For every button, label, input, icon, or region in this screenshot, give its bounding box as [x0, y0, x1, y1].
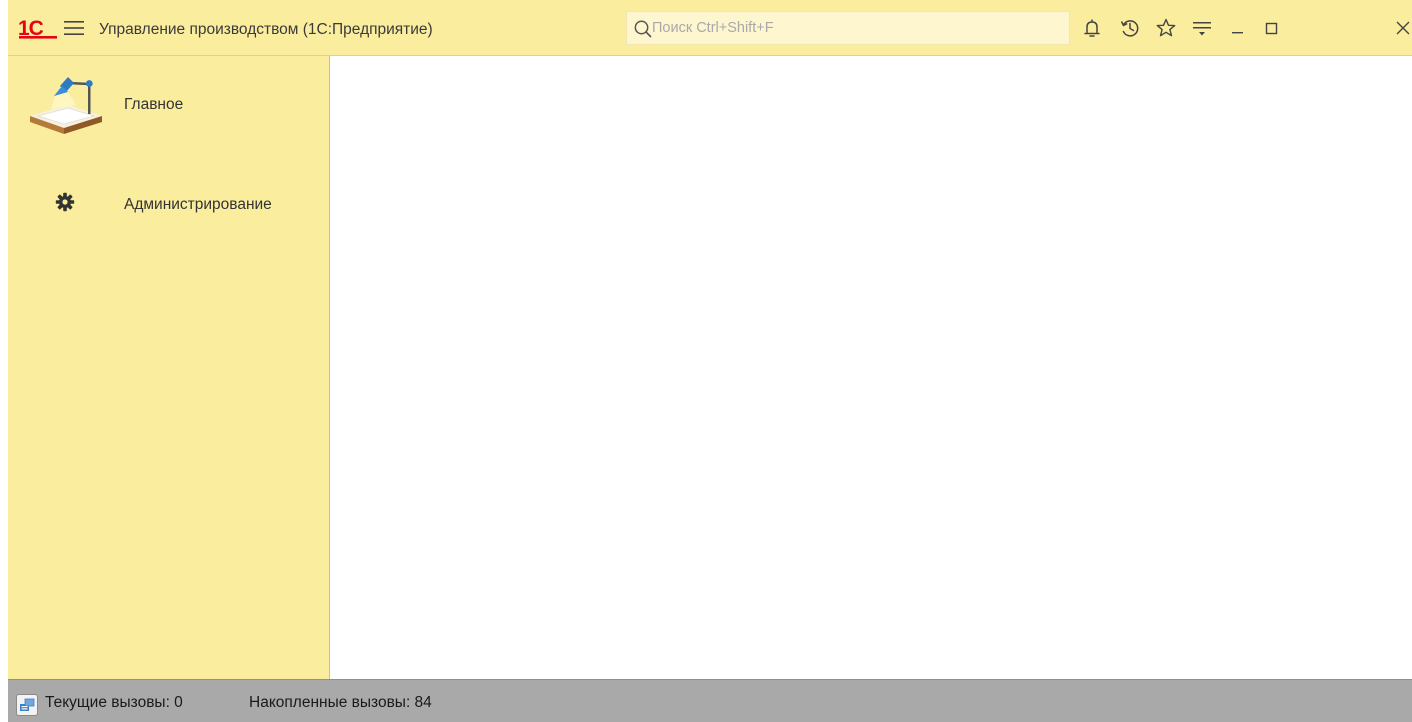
history-icon[interactable]	[1119, 17, 1141, 39]
minimize-icon[interactable]	[1227, 17, 1249, 39]
main-content-area	[330, 56, 1412, 679]
1c-logo[interactable]: 1С	[18, 16, 58, 40]
accumulated-calls-label: Накопленные вызовы: 84	[249, 694, 432, 711]
title-bar: 1С Управление производством (1С:Предприя…	[8, 0, 1412, 56]
search-box[interactable]	[626, 11, 1070, 45]
search-input[interactable]	[652, 18, 1052, 38]
status-bar: Текущие вызовы: 0 Накопленные вызовы: 84	[8, 679, 1412, 722]
current-calls-label: Текущие вызовы: 0	[45, 694, 183, 711]
search-icon	[634, 20, 652, 38]
app-window: 1С Управление производством (1С:Предприя…	[8, 0, 1412, 722]
server-calls-icon	[20, 698, 35, 711]
hamburger-menu-icon[interactable]	[64, 20, 84, 36]
gear-icon	[55, 192, 75, 212]
sidebar-item-label: Администрирование	[124, 196, 272, 213]
sidebar-item-label: Главное	[124, 96, 184, 113]
app-title: Управление производством (1С:Предприятие…	[99, 21, 433, 38]
server-calls-button[interactable]	[16, 694, 38, 716]
sidebar-item-administration[interactable]: Администрирование	[8, 176, 329, 236]
bell-icon[interactable]	[1081, 17, 1103, 39]
star-icon[interactable]	[1155, 17, 1177, 39]
sections-panel: Главное Администрирование	[8, 56, 330, 679]
maximize-icon[interactable]	[1261, 17, 1283, 39]
filter-menu-icon[interactable]	[1191, 17, 1213, 39]
close-icon[interactable]	[1392, 17, 1412, 39]
sidebar-item-main[interactable]: Главное	[8, 72, 329, 134]
desk-lamp-icon	[30, 77, 102, 134]
